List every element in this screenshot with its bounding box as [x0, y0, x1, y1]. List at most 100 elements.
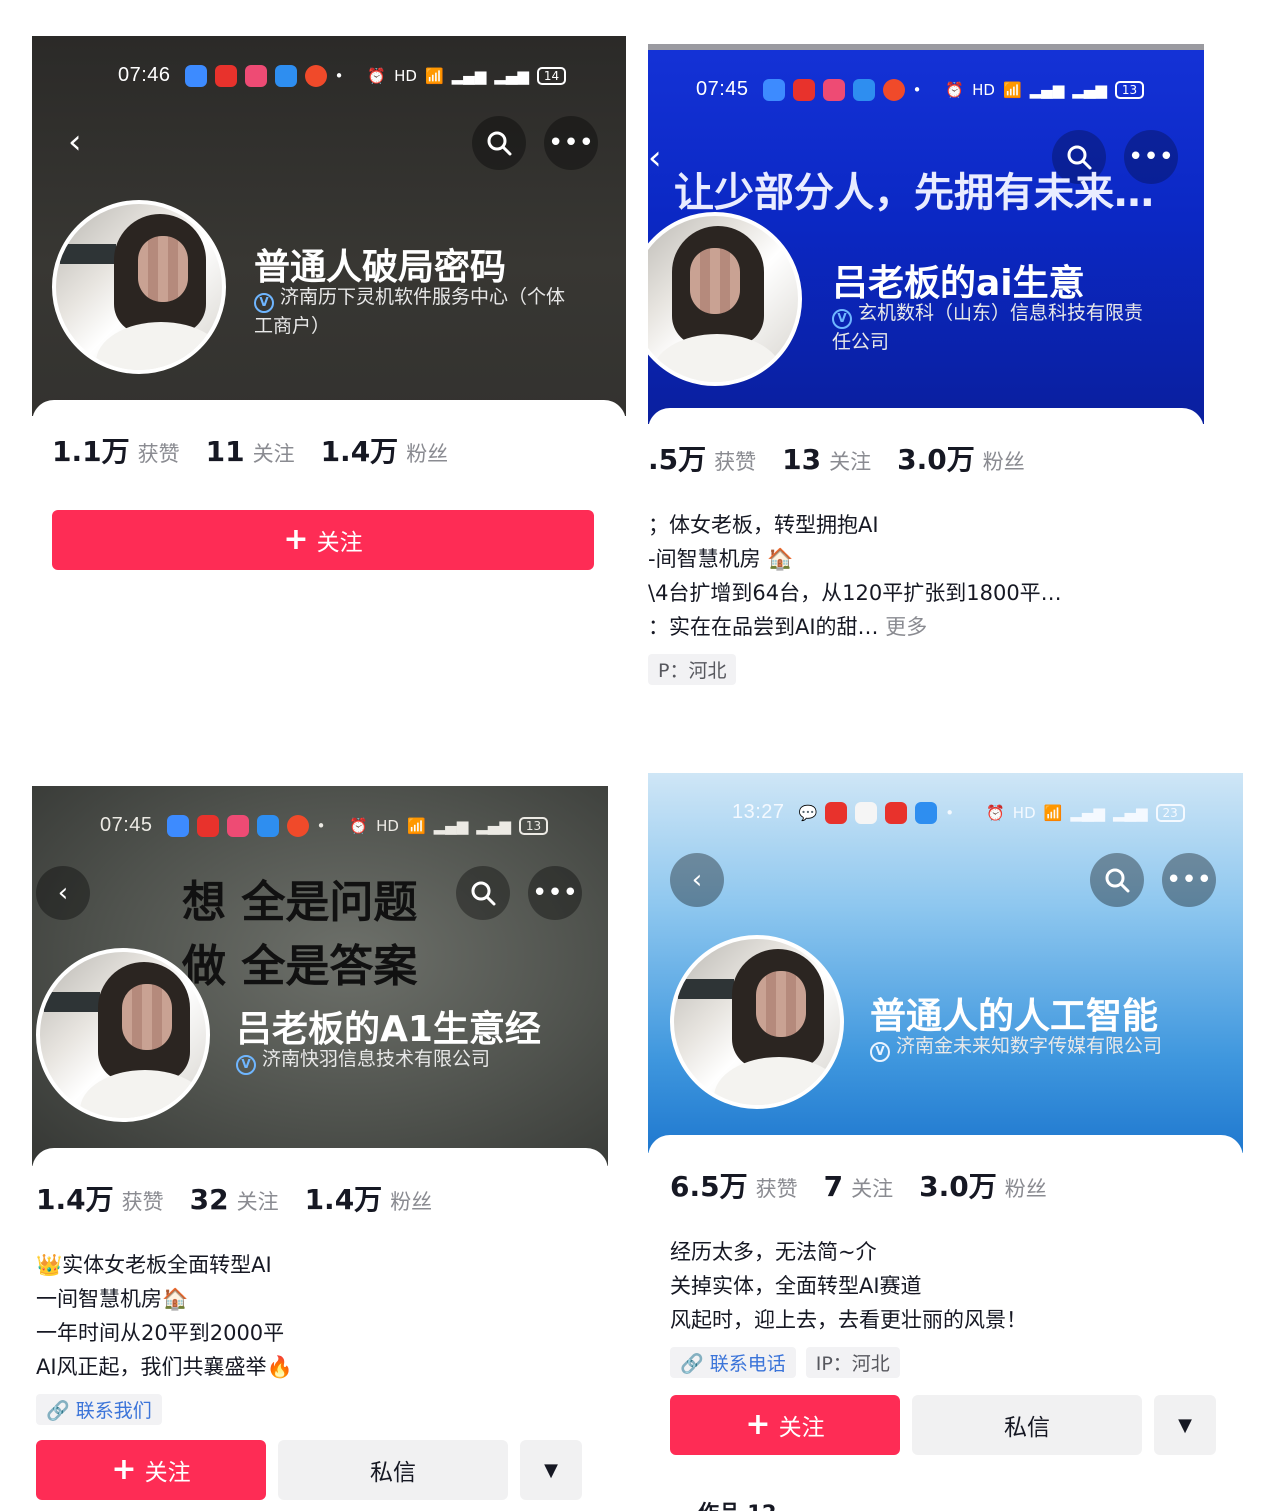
likes-count: 6.5万: [670, 1170, 748, 1203]
follow-button[interactable]: + 关注: [670, 1395, 900, 1455]
signal-icon: ▂▄▆: [433, 816, 469, 835]
profile-panel-1: 07:46 • ⏰ HD 📶 ▂▄▆ ▂▄▆ 14 ‹ ••• 普通人破局密码 …: [32, 36, 626, 596]
link-icon: 🔗: [680, 1353, 704, 1375]
profile-stats: 1.1万 获赞 11 关注 1.4万 粉丝: [52, 430, 474, 470]
search-icon[interactable]: [472, 116, 526, 170]
likes-label: 获赞: [121, 1190, 164, 1214]
battery-icon: 23: [1155, 803, 1185, 822]
following-count[interactable]: 7: [824, 1170, 843, 1203]
avatar[interactable]: [670, 935, 844, 1109]
avatar[interactable]: [36, 948, 210, 1122]
profile-sheet: 6.5万 获赞 7 关注 3.0万 粉丝 经历太多，无法简~介 关掉实体，全面转…: [648, 1135, 1243, 1511]
follow-button[interactable]: + 关注: [36, 1440, 266, 1500]
contact-us-tag[interactable]: 🔗 联系我们: [36, 1394, 162, 1425]
profile-panel-2: 07:45 • ⏰ HD 📶 ▂▄▆ ▂▄▆ 13 ‹ ••• 让少部分人，先拥…: [648, 44, 1204, 734]
company-verification: V 济南金未来知数字传媒有限公司: [870, 1033, 1230, 1062]
follow-label: 关注: [316, 530, 363, 556]
alarm-icon: ⏰: [367, 66, 387, 85]
wechat-icon: 💬: [798, 803, 818, 822]
more-dots-icon[interactable]: •••: [544, 116, 598, 170]
followers-count[interactable]: 3.0万: [897, 438, 975, 478]
following-count[interactable]: 32: [190, 1183, 229, 1216]
followers-label[interactable]: 粉丝: [1005, 1173, 1047, 1203]
wifi-icon: 📶: [406, 816, 426, 835]
followers-label[interactable]: 粉丝: [983, 446, 1025, 476]
app-icon: [304, 64, 327, 87]
follow-label: 关注: [144, 1460, 191, 1486]
profile-sheet: .5万 获赞 13 关注 3.0万 粉丝 ；体女老板，转型拥抱AI -间智慧机房…: [648, 408, 1204, 734]
profile-banner: 07:46 • ⏰ HD 📶 ▂▄▆ ▂▄▆ 14 ‹ ••• 普通人破局密码 …: [32, 36, 626, 416]
avatar[interactable]: [52, 200, 226, 374]
app-icon: [915, 801, 938, 824]
profile-panel-3: 07:45 • ⏰ HD 📶 ▂▄▆ ▂▄▆ 13 ‹ ••• 想 全是问题 做…: [32, 786, 608, 1511]
tab-works[interactable]: 作品 12: [698, 1497, 777, 1511]
chevron-left-icon[interactable]: ‹: [68, 122, 82, 162]
contact-phone-tag[interactable]: 🔗 联系电话: [670, 1347, 796, 1378]
app-icon: [885, 801, 908, 824]
plus-icon: +: [745, 1407, 771, 1442]
likes-count: .5万: [648, 443, 707, 476]
chevron-left-icon[interactable]: ‹: [36, 866, 90, 920]
following-label[interactable]: 关注: [237, 1186, 279, 1216]
following-label[interactable]: 关注: [829, 446, 871, 476]
app-icon: [286, 814, 309, 837]
app-icon: [256, 814, 279, 837]
ip-location-tag: IP：河北: [805, 1347, 900, 1378]
alarm-icon: ⏰: [349, 816, 369, 835]
avatar[interactable]: [648, 212, 802, 386]
hd-icon: HD: [376, 816, 399, 835]
search-icon[interactable]: [1090, 853, 1144, 907]
cover-slogan-line2: 做 全是答案: [182, 941, 418, 992]
more-dots-icon[interactable]: •••: [528, 866, 582, 920]
signal-icon: ▂▄▆: [1112, 803, 1148, 822]
battery-icon: 13: [1114, 80, 1145, 99]
bio-more-link[interactable]: 更多: [885, 615, 927, 639]
following-label[interactable]: 关注: [851, 1173, 893, 1203]
status-bar: 07:46 • ⏰ HD 📶 ▂▄▆ ▂▄▆ 14: [118, 64, 567, 87]
profile-sheet: 1.1万 获赞 11 关注 1.4万 粉丝 + 关注: [32, 400, 626, 596]
followers-count[interactable]: 1.4万: [305, 1178, 383, 1218]
chevron-left-icon[interactable]: ‹: [670, 853, 724, 907]
profile-name: 吕老板的ai生意: [832, 263, 1085, 304]
app-icon: [792, 78, 815, 101]
followers-label[interactable]: 粉丝: [406, 438, 448, 468]
app-icon: [274, 64, 297, 87]
company-verification: V 济南快羽信息技术有限公司: [236, 1046, 596, 1075]
following-count[interactable]: 11: [206, 435, 245, 468]
search-icon[interactable]: [456, 866, 510, 920]
likes-count: 1.1万: [52, 435, 130, 468]
profile-banner: 07:45 • ⏰ HD 📶 ▂▄▆ ▂▄▆ 13 ‹ ••• 想 全是问题 做…: [32, 786, 608, 1166]
app-icon: [166, 814, 189, 837]
status-time: 07:45: [100, 814, 153, 836]
caret-down-icon[interactable]: ▼: [520, 1440, 582, 1500]
signal-icon: ▂▄▆: [476, 816, 511, 835]
more-dots-icon[interactable]: •••: [1162, 853, 1216, 907]
app-icon: [852, 78, 875, 101]
signal-icon: ▂▄▆: [1070, 803, 1105, 822]
followers-count[interactable]: 3.0万: [919, 1165, 997, 1205]
message-button[interactable]: 私信: [912, 1395, 1142, 1455]
profile-bio: ；体女老板，转型拥抱AI -间智慧机房 🏠 \4台扩增到64台，从120平扩张到…: [648, 508, 1062, 644]
verified-icon: V: [870, 1041, 890, 1062]
wifi-icon: 📶: [1043, 803, 1063, 822]
alarm-icon: ⏰: [986, 803, 1005, 822]
hd-icon: HD: [972, 80, 995, 99]
bio-line: ：实在在品尝到AI的甜…: [648, 615, 879, 639]
profile-stats: .5万 获赞 13 关注 3.0万 粉丝: [648, 438, 1051, 478]
profile-bio: 经历太多，无法简~介 关掉实体，全面转型AI赛道 风起时，迎上去，去看更壮丽的风…: [670, 1235, 1027, 1337]
message-button[interactable]: 私信: [278, 1440, 508, 1500]
dot-icon: •: [316, 816, 326, 835]
caret-down-icon[interactable]: ▼: [1154, 1395, 1216, 1455]
chevron-left-icon[interactable]: ‹: [648, 138, 662, 178]
app-icon: [214, 64, 237, 87]
followers-count[interactable]: 1.4万: [321, 430, 399, 470]
follow-button[interactable]: + 关注: [52, 510, 594, 570]
profile-banner: 13:27 💬 • ⏰ HD 📶 ▂▄▆ ▂▄▆ 23 ‹ ••• 普通人的人工…: [648, 773, 1243, 1153]
signal-icon: ▂▄▆: [494, 66, 529, 85]
following-count[interactable]: 13: [782, 443, 821, 476]
app-icon: [226, 814, 249, 837]
wifi-icon: 📶: [424, 66, 444, 85]
followers-label[interactable]: 粉丝: [390, 1186, 432, 1216]
profile-sheet: 1.4万 获赞 32 关注 1.4万 粉丝 👑实体女老板全面转型AI 一间智慧机…: [32, 1148, 608, 1511]
following-label[interactable]: 关注: [253, 438, 295, 468]
